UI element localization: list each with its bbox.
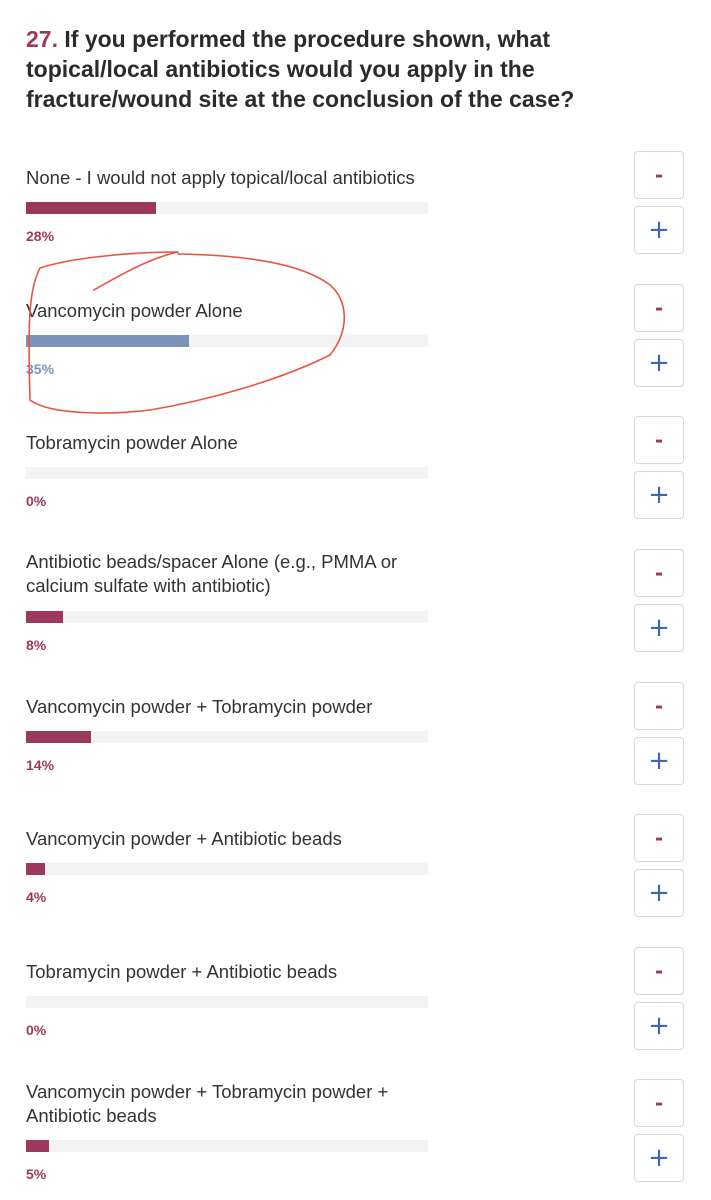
percent-label: 4% bbox=[26, 889, 47, 905]
result-bar-track bbox=[26, 335, 428, 347]
option-label: Vancomycin powder + Antibiotic beads bbox=[26, 828, 342, 849]
downvote-button[interactable]: - bbox=[634, 682, 684, 730]
option-label: Vancomycin powder + Tobramycin powder bbox=[26, 696, 373, 717]
upvote-button[interactable]: + bbox=[634, 339, 684, 387]
answer-option-selected: Vancomycin powder Alone 35% - + bbox=[0, 283, 711, 413]
downvote-button[interactable]: - bbox=[634, 814, 684, 862]
percent-label: 5% bbox=[26, 1166, 47, 1182]
downvote-button[interactable]: - bbox=[634, 151, 684, 199]
result-bar-fill bbox=[26, 611, 63, 623]
percent-label: 28% bbox=[26, 228, 55, 244]
result-bar-track bbox=[26, 611, 428, 623]
result-bar-track bbox=[26, 731, 428, 743]
percent-label: 0% bbox=[26, 493, 47, 509]
answer-option: Vancomycin powder + Tobramycin powder 14… bbox=[0, 681, 711, 811]
option-label: Tobramycin powder + Antibiotic beads bbox=[26, 961, 338, 982]
answer-option: None - I would not apply topical/local a… bbox=[0, 150, 711, 280]
answer-option: Vancomycin powder + Antibiotic beads 4% … bbox=[0, 813, 711, 943]
percent-label: 14% bbox=[26, 757, 55, 773]
percent-label: 8% bbox=[26, 637, 47, 653]
option-label: Antibiotic beads/spacer Alone (e.g., PMM… bbox=[26, 551, 398, 596]
downvote-button[interactable]: - bbox=[634, 1079, 684, 1127]
upvote-button[interactable]: + bbox=[634, 1134, 684, 1182]
result-bar-fill bbox=[26, 335, 189, 347]
answer-option: Tobramycin powder + Antibiotic beads 0% … bbox=[0, 946, 711, 1076]
answer-option: Antibiotic beads/spacer Alone (e.g., PMM… bbox=[0, 548, 711, 698]
downvote-button[interactable]: - bbox=[634, 416, 684, 464]
question-number: 27. bbox=[26, 26, 58, 52]
option-label: Tobramycin powder Alone bbox=[26, 432, 238, 453]
result-bar-track bbox=[26, 863, 428, 875]
option-label: None - I would not apply topical/local a… bbox=[26, 167, 415, 188]
upvote-button[interactable]: + bbox=[634, 869, 684, 917]
downvote-button[interactable]: - bbox=[634, 284, 684, 332]
question-text: If you performed the procedure shown, wh… bbox=[26, 26, 575, 112]
result-bar-track bbox=[26, 467, 428, 479]
upvote-button[interactable]: + bbox=[634, 471, 684, 519]
result-bar-track bbox=[26, 996, 428, 1008]
percent-label: 0% bbox=[26, 1022, 47, 1038]
result-bar-fill bbox=[26, 1140, 49, 1152]
upvote-button[interactable]: + bbox=[634, 604, 684, 652]
result-bar-track bbox=[26, 1140, 428, 1152]
percent-label: 35% bbox=[26, 361, 55, 377]
question-title: 27. If you performed the procedure shown… bbox=[26, 24, 686, 114]
upvote-button[interactable]: + bbox=[634, 1002, 684, 1050]
answer-option: Vancomycin powder + Tobramycin powder + … bbox=[0, 1078, 711, 1200]
upvote-button[interactable]: + bbox=[634, 206, 684, 254]
result-bar-fill bbox=[26, 202, 156, 214]
upvote-button[interactable]: + bbox=[634, 737, 684, 785]
downvote-button[interactable]: - bbox=[634, 947, 684, 995]
result-bar-fill bbox=[26, 731, 91, 743]
result-bar-track bbox=[26, 202, 428, 214]
option-label: Vancomycin powder Alone bbox=[26, 300, 243, 321]
downvote-button[interactable]: - bbox=[634, 549, 684, 597]
answer-option: Tobramycin powder Alone 0% - + bbox=[0, 415, 711, 545]
option-label: Vancomycin powder + Tobramycin powder + … bbox=[26, 1081, 389, 1126]
result-bar-fill bbox=[26, 863, 45, 875]
